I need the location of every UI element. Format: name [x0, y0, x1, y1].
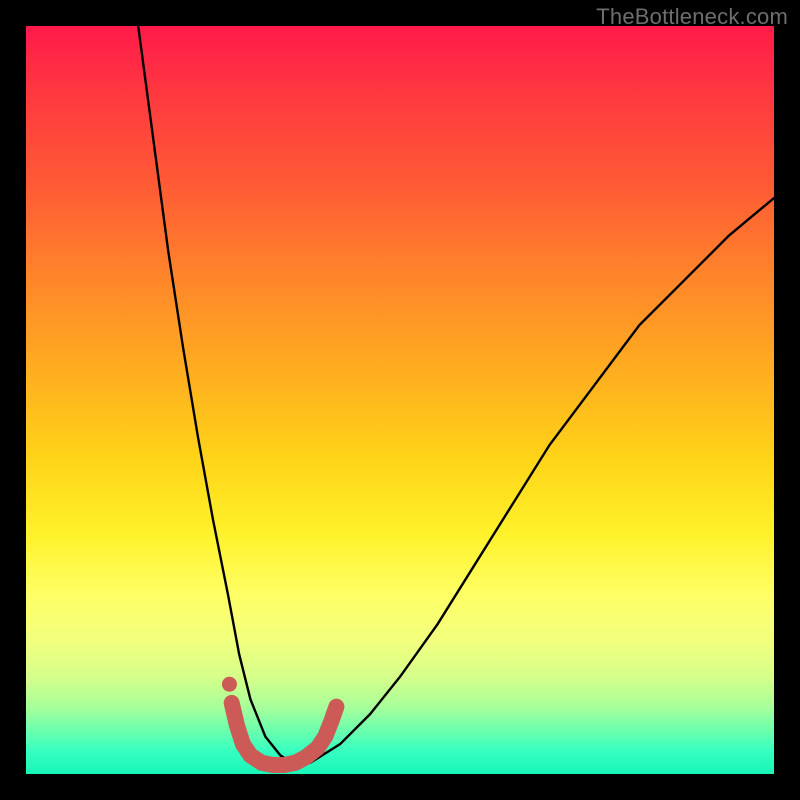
- curve-layer: [26, 26, 774, 774]
- chart-frame: TheBottleneck.com: [0, 0, 800, 800]
- red-marker-dot: [222, 677, 237, 692]
- watermark-text: TheBottleneck.com: [596, 4, 788, 30]
- black-curve: [138, 26, 774, 765]
